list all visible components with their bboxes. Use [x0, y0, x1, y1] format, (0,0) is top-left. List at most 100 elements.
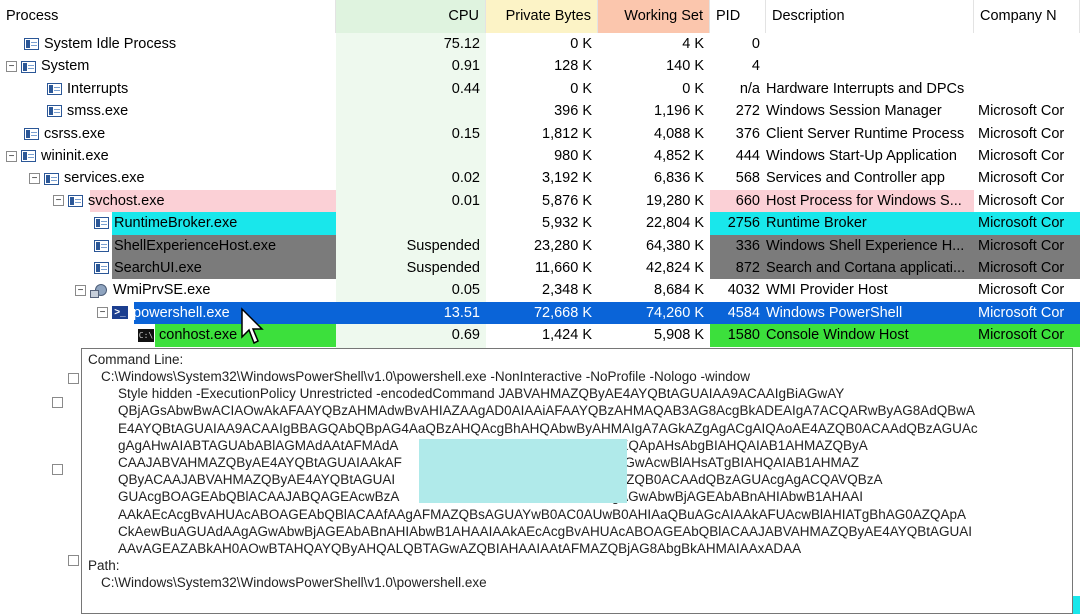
- cpu-value: 0.02: [451, 170, 480, 187]
- collapse-toggle-icon[interactable]: [68, 373, 79, 384]
- table-row[interactable]: − services.exe 0.02 3,192 K 6,836 K 568 …: [0, 167, 1080, 189]
- company-value: Microsoft Cor: [978, 260, 1065, 276]
- working-set-value: 0 K: [682, 80, 704, 97]
- private-bytes-value: 2,348 K: [542, 282, 592, 299]
- table-row[interactable]: RuntimeBroker.exe 5,932 K 22,804 K 2756 …: [0, 212, 1080, 235]
- collapse-toggle-icon[interactable]: [52, 464, 63, 475]
- description-value: Host Process for Windows S...: [766, 192, 962, 209]
- working-set-value: 19,280 K: [645, 192, 704, 209]
- cpu-value: [336, 100, 486, 122]
- working-set-value: 8,684 K: [654, 282, 704, 299]
- wmi-provider-icon: [90, 283, 108, 298]
- table-row[interactable]: − wininit.exe 980 K 4,852 K 444 Windows …: [0, 145, 1080, 167]
- private-bytes-value: 5,876 K: [542, 192, 592, 209]
- cpu-value: Suspended: [406, 237, 480, 254]
- process-name: System: [41, 58, 90, 75]
- process-icon: [68, 194, 83, 207]
- pid-value: 1580: [727, 327, 760, 344]
- table-row[interactable]: C:\ conhost.exe 0.69 1,424 K 5,908 K 158…: [0, 324, 1080, 347]
- table-row-selected[interactable]: − >_ powershell.exe 13.51 72,668 K 74,26…: [0, 301, 1080, 325]
- pid-value: 4584: [727, 304, 760, 321]
- cpu-value: [336, 145, 486, 167]
- table-row[interactable]: − svchost.exe 0.01 5,876 K 19,280 K 660 …: [0, 189, 1080, 213]
- pid-value: 0: [751, 36, 760, 52]
- company-value: Microsoft Cor: [978, 125, 1065, 142]
- company-value: Microsoft Cor: [978, 237, 1065, 254]
- table-row[interactable]: SearchUI.exe Suspended 11,660 K 42,824 K…: [0, 257, 1080, 280]
- private-bytes-value: 396 K: [554, 103, 592, 120]
- private-bytes-value: 23,280 K: [533, 237, 592, 254]
- process-name: svchost.exe: [88, 192, 165, 209]
- powershell-icon: >_: [112, 306, 128, 320]
- process-name: Interrupts: [67, 80, 129, 97]
- working-set-value: 6,836 K: [654, 170, 704, 187]
- collapse-toggle-icon[interactable]: −: [53, 195, 64, 207]
- private-bytes-value: 0 K: [570, 80, 592, 97]
- cpu-value: 0.91: [451, 58, 480, 75]
- collapse-toggle-icon[interactable]: −: [97, 307, 108, 319]
- working-set-value: 5,908 K: [654, 327, 704, 344]
- process-icon: [21, 60, 36, 73]
- description-value: Windows Start-Up Application: [766, 148, 957, 164]
- company-value: Microsoft Cor: [978, 192, 1065, 209]
- collapse-toggle-icon[interactable]: −: [75, 285, 86, 297]
- working-set-value: 1,196 K: [654, 103, 704, 120]
- working-set-value: 74,260 K: [645, 304, 704, 321]
- private-bytes-value: 11,660 K: [535, 260, 592, 276]
- description-value: Windows Shell Experience H...: [766, 237, 965, 254]
- company-value: Microsoft Cor: [978, 215, 1065, 232]
- working-set-value: 64,380 K: [645, 237, 704, 254]
- description-value: Windows PowerShell: [766, 304, 903, 321]
- collapse-toggle-icon[interactable]: −: [6, 150, 17, 162]
- column-header-description[interactable]: Description: [766, 0, 974, 33]
- private-bytes-value: 1,424 K: [542, 327, 592, 344]
- pid-value: 376: [735, 125, 760, 142]
- collapse-toggle-icon[interactable]: [52, 397, 63, 408]
- column-header-working-set[interactable]: Working Set: [598, 0, 710, 33]
- private-bytes-value: 3,192 K: [542, 170, 592, 187]
- command-line-line: AAkAEcAcgBvAHUAcABOAGEAbQBlACAAfAAgAFMAZ…: [118, 506, 967, 522]
- process-name: ShellExperienceHost.exe: [114, 237, 277, 254]
- column-header-process[interactable]: Process: [0, 0, 336, 33]
- collapse-toggle-icon[interactable]: [68, 555, 79, 566]
- private-bytes-value: 980 K: [554, 148, 592, 164]
- process-name: csrss.exe: [44, 125, 106, 142]
- company-value: Microsoft Cor: [978, 282, 1065, 299]
- private-bytes-value: 72,668 K: [533, 304, 592, 321]
- table-row[interactable]: − System 0.91 128 K 140 K 4: [0, 55, 1080, 77]
- cpu-value: 0.44: [451, 80, 480, 97]
- table-row[interactable]: ShellExperienceHost.exe Suspended 23,280…: [0, 234, 1080, 257]
- pid-value: 568: [735, 170, 760, 187]
- process-icon: [21, 150, 36, 163]
- company-value: Microsoft Cor: [978, 103, 1065, 120]
- pid-value: 444: [735, 148, 760, 164]
- column-header-pid[interactable]: PID: [710, 0, 766, 33]
- description-value: Runtime Broker: [766, 215, 867, 232]
- process-name: RuntimeBroker.exe: [114, 215, 238, 232]
- collapse-toggle-icon[interactable]: −: [29, 173, 40, 185]
- process-icon: [94, 239, 109, 252]
- command-line-line: QBjAGsAbwBwACIAOwAkAFAAYQBzAHMAdwBvAHIAZ…: [118, 403, 976, 419]
- company-value: Microsoft Cor: [978, 170, 1065, 187]
- cpu-value: [336, 212, 486, 234]
- process-name: smss.exe: [67, 103, 129, 120]
- column-header-private-bytes[interactable]: Private Bytes: [486, 0, 598, 33]
- column-header-cpu[interactable]: CPU: [336, 0, 486, 33]
- table-row[interactable]: csrss.exe 0.15 1,812 K 4,088 K 376 Clien…: [0, 123, 1080, 145]
- process-name: WmiPrvSE.exe: [113, 282, 211, 299]
- description-value: Console Window Host: [766, 327, 909, 344]
- column-header-company[interactable]: Company N: [974, 0, 1080, 33]
- company-value: Microsoft Cor: [978, 148, 1065, 164]
- cpu-value: 0.69: [451, 327, 480, 344]
- collapse-toggle-icon[interactable]: −: [6, 61, 17, 73]
- table-row[interactable]: − WmiPrvSE.exe 0.05 2,348 K 8,684 K 4032…: [0, 279, 1080, 301]
- table-row[interactable]: smss.exe 396 K 1,196 K 272 Windows Sessi…: [0, 100, 1080, 122]
- process-name: SearchUI.exe: [114, 260, 202, 276]
- description-value: Windows Session Manager: [766, 103, 942, 120]
- table-row[interactable]: Interrupts 0.44 0 K 0 K n/a Hardware Int…: [0, 78, 1080, 100]
- table-row[interactable]: System Idle Process 75.12 0 K 4 K 0: [0, 33, 1080, 55]
- process-icon: [44, 172, 59, 185]
- pid-value: 272: [735, 103, 760, 120]
- description-value: Client Server Runtime Process: [766, 125, 965, 142]
- private-bytes-value: 128 K: [554, 58, 592, 75]
